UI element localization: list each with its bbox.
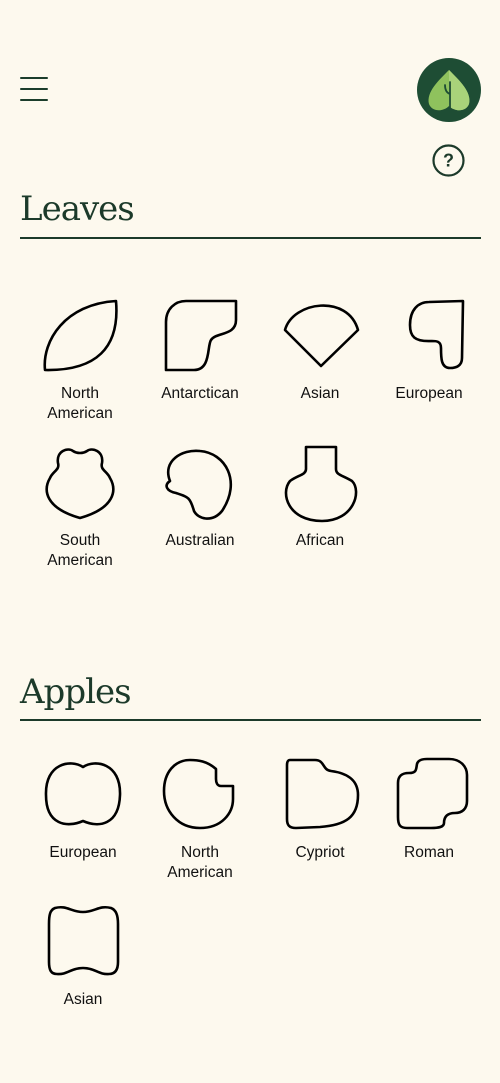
section-divider-leaves bbox=[20, 237, 481, 239]
apple-roman-item[interactable]: Roman bbox=[369, 755, 489, 863]
menu-line-middle bbox=[20, 88, 48, 91]
apple-european-item[interactable]: European bbox=[23, 755, 143, 863]
section-title-apples: Apples bbox=[20, 672, 132, 712]
leaf-south-american-icon bbox=[45, 448, 115, 520]
leaf-antarctican-icon bbox=[164, 299, 238, 372]
leaf-north-american-item[interactable]: North American bbox=[20, 296, 140, 424]
section-divider-apples bbox=[20, 719, 481, 721]
apple-asian-icon bbox=[47, 906, 120, 976]
apple-cypriot-icon bbox=[285, 758, 360, 830]
menu-line-bottom bbox=[20, 99, 48, 102]
leaf-african-icon bbox=[284, 445, 358, 523]
help-label: ? bbox=[443, 151, 454, 171]
item-label: African bbox=[295, 532, 345, 549]
leaf-asian-item[interactable]: Asian bbox=[260, 296, 380, 404]
apple-north-american-item[interactable]: North American bbox=[140, 755, 260, 883]
item-label: European bbox=[395, 385, 463, 402]
item-label: Cypriot bbox=[295, 844, 345, 861]
item-label: Asian bbox=[63, 991, 103, 1008]
item-label: South American bbox=[47, 532, 113, 569]
apple-cypriot-item[interactable]: Cypriot bbox=[260, 755, 380, 863]
leaf-australian-item[interactable]: Australian bbox=[140, 443, 260, 551]
item-label: Antarctican bbox=[161, 385, 239, 402]
leaf-south-american-item[interactable]: South American bbox=[20, 443, 140, 571]
item-label: Roman bbox=[404, 844, 454, 861]
apple-north-american-icon bbox=[162, 758, 235, 830]
help-button[interactable]: ? bbox=[432, 144, 465, 177]
apple-european-icon bbox=[44, 762, 122, 826]
section-title-leaves: Leaves bbox=[20, 189, 135, 229]
item-label: North American bbox=[167, 844, 233, 881]
menu-button[interactable] bbox=[20, 77, 48, 103]
item-label: Australian bbox=[165, 532, 235, 549]
leaf-logo-icon[interactable] bbox=[417, 58, 481, 122]
leaf-asian-icon bbox=[283, 304, 360, 368]
leaf-african-item[interactable]: African bbox=[260, 443, 380, 551]
leaf-north-american-icon bbox=[43, 299, 118, 372]
leaf-european-icon bbox=[408, 299, 465, 370]
question-mark-icon: ? bbox=[432, 144, 465, 177]
leaf-australian-icon bbox=[165, 449, 233, 520]
apple-roman-icon bbox=[396, 757, 469, 830]
leaf-antarctican-item[interactable]: Antarctican bbox=[140, 296, 260, 404]
item-label: North American bbox=[47, 385, 113, 422]
item-label: Asian bbox=[300, 385, 340, 402]
apple-asian-item[interactable]: Asian bbox=[23, 902, 143, 1010]
item-label: European bbox=[49, 844, 117, 861]
menu-line-top bbox=[20, 77, 48, 80]
leaf-european-item[interactable]: European bbox=[369, 296, 489, 404]
